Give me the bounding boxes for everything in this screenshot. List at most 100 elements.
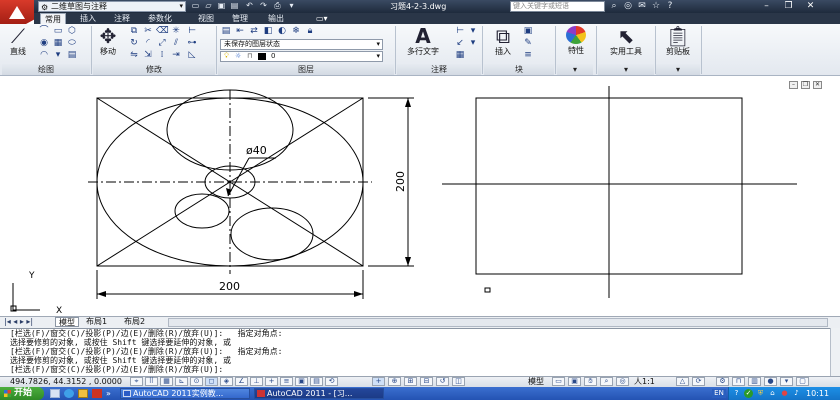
qat-dropdown-icon[interactable]: ▾ xyxy=(286,1,297,11)
tab-parametric[interactable]: 参数化 xyxy=(144,13,176,24)
object-snap-button[interactable]: ◻ xyxy=(205,377,218,386)
pan-button[interactable]: ✋︎ xyxy=(584,377,597,386)
selection-cycling-button[interactable]: ⟲ xyxy=(325,377,338,386)
layer-lock-icon[interactable]: 🔒︎ xyxy=(304,26,316,37)
search-icon[interactable]: ⌕ xyxy=(608,1,620,12)
annotation-visibility-button[interactable]: △ xyxy=(676,377,689,386)
block-panel-label[interactable]: 块 xyxy=(484,65,554,74)
help-tray-icon[interactable]: ? xyxy=(732,389,741,398)
quicklaunch-more-icon[interactable]: » xyxy=(106,389,116,398)
command-scrollbar[interactable] xyxy=(830,328,840,376)
draw-panel-label[interactable]: 绘图 xyxy=(2,65,90,74)
search-input[interactable]: 键入关键字或短语 xyxy=(510,1,605,12)
dynamic-ucs-button[interactable]: ⊥ xyxy=(250,377,263,386)
scale-icon[interactable]: ⤢ xyxy=(156,38,168,49)
isolate-objects-button[interactable]: ● xyxy=(764,377,777,386)
grid-display-button[interactable]: ▦ xyxy=(160,377,173,386)
object-snap-tracking-button[interactable]: ∠ xyxy=(235,377,248,386)
quick-properties-button[interactable]: ▤ xyxy=(310,377,323,386)
new-file-icon[interactable]: ▭ xyxy=(190,1,201,11)
dimension-icon[interactable]: ⊢ xyxy=(454,26,466,37)
viewport-restore-icon[interactable]: ❐ xyxy=(801,81,810,89)
polar-tracking-button[interactable]: ⊙ xyxy=(190,377,203,386)
redo-icon[interactable]: ↷ xyxy=(258,1,269,11)
break-icon[interactable]: ⊢ xyxy=(186,26,198,37)
fillet-icon[interactable]: ◜ xyxy=(142,38,154,49)
taskbar-item-autocad[interactable]: AutoCAD 2011 - [习... xyxy=(254,388,384,399)
stretch-icon[interactable]: ⇲ xyxy=(142,50,154,61)
clipboard-button[interactable]: 📋︎ 剪贴板 xyxy=(658,26,698,57)
3d-object-snap-button[interactable]: ◈ xyxy=(220,377,233,386)
ellipse-icon[interactable]: ⬭ xyxy=(66,38,78,49)
quicklaunch-icon[interactable] xyxy=(50,389,60,398)
leader-icon[interactable]: ↙ xyxy=(454,38,466,49)
leader-dropdown-icon[interactable]: ▾ xyxy=(467,38,479,49)
chevron-down-icon[interactable]: ▾ xyxy=(656,65,700,74)
explode-icon[interactable]: ✳ xyxy=(170,26,182,37)
tab-layout-2[interactable]: 布局2 xyxy=(124,317,145,327)
layer-match-icon[interactable]: ⇄ xyxy=(248,26,260,37)
chamfer-icon[interactable]: ◺ xyxy=(186,50,198,61)
security-alert-icon[interactable]: ● xyxy=(780,389,789,398)
zoom-button[interactable]: ⌕ xyxy=(600,377,613,386)
drawing-canvas[interactable]: ø40 200 200 Y X xyxy=(0,78,840,316)
join-icon[interactable]: ⊶ xyxy=(186,38,198,49)
tab-view[interactable]: 视图 xyxy=(194,13,218,24)
draw-more-icon[interactable]: ▾ xyxy=(52,50,64,61)
ortho-mode-button[interactable]: ⊾ xyxy=(175,377,188,386)
array-icon[interactable]: ⁞ xyxy=(156,50,168,61)
erase-icon[interactable]: ⌫ xyxy=(156,26,169,37)
chevron-down-icon[interactable]: ▾ xyxy=(598,65,654,74)
workspace-switching-button[interactable]: ⚙ xyxy=(716,377,729,386)
mtext-button[interactable]: A 多行文字 xyxy=(398,26,448,57)
mirror-icon[interactable]: ⇋ xyxy=(128,50,140,61)
application-status-button[interactable]: ▾ xyxy=(780,377,793,386)
volume-icon[interactable]: ♪ xyxy=(792,389,801,398)
offset-icon[interactable]: ⫽ xyxy=(170,38,182,49)
plot-icon[interactable]: ⎙ xyxy=(272,1,283,11)
tab-model[interactable]: 模型 xyxy=(55,317,79,327)
hatch-icon[interactable]: ▦ xyxy=(52,38,64,49)
hardware-acceleration-button[interactable]: ▥ xyxy=(748,377,761,386)
layer-properties-icon[interactable]: ▤ xyxy=(220,26,232,37)
annotation-scale[interactable]: 人1:1 xyxy=(634,377,655,386)
autocad-quicklaunch-icon[interactable] xyxy=(92,389,102,398)
taskbar-item-document[interactable]: AutoCAD 2011实例教... xyxy=(120,388,250,399)
infer-constraints-button[interactable]: ⌖ xyxy=(130,377,143,386)
layers-panel-label[interactable]: 图层 xyxy=(218,65,394,74)
dynamic-input-button[interactable]: + xyxy=(265,377,278,386)
layer-select[interactable]: 💡︎ ☼ ⊓ 0 ▾ xyxy=(220,51,383,62)
ribbon-toggle-icon[interactable]: ▭▾ xyxy=(312,13,332,24)
transparency-button[interactable]: ▣ xyxy=(295,377,308,386)
status-tool-button[interactable]: ⊟ xyxy=(420,377,433,386)
extend-icon[interactable]: ⇥ xyxy=(170,50,182,61)
layer-previous-icon[interactable]: ⇤ xyxy=(234,26,246,37)
start-button[interactable]: 开始 xyxy=(0,387,44,400)
coordinates-readout[interactable]: 494.7826, 44.3152 , 0.0000 xyxy=(10,377,122,387)
tab-annotate[interactable]: 注释 xyxy=(110,13,134,24)
help-icon[interactable]: ? xyxy=(664,1,676,12)
layer-isolate-icon[interactable]: ◧ xyxy=(262,26,274,37)
layer-state-select[interactable]: 未保存的图层状态 ▾ xyxy=(220,39,383,50)
rectangle-icon[interactable]: ▭ xyxy=(52,26,64,37)
annotation-panel-label[interactable]: 注释 xyxy=(397,65,481,74)
tab-manage[interactable]: 管理 xyxy=(228,13,252,24)
move-button[interactable]: ✥ 移动 xyxy=(94,26,122,57)
layer-off-icon[interactable]: ◐ xyxy=(276,26,288,37)
trim-icon[interactable]: ✂ xyxy=(142,26,154,37)
save-icon[interactable]: ▣ xyxy=(216,1,227,11)
explorer-icon[interactable] xyxy=(78,389,88,398)
auto-scale-button[interactable]: ⟳ xyxy=(692,377,705,386)
quick-view-layouts-button[interactable]: ▭ xyxy=(552,377,565,386)
restore-icon[interactable]: ❐ xyxy=(782,1,795,12)
status-tool-button[interactable]: ◫ xyxy=(452,377,465,386)
minimize-icon[interactable]: – xyxy=(760,1,773,12)
antivirus-icon[interactable]: ✓ xyxy=(744,389,753,398)
shield-icon[interactable]: ⛨ xyxy=(756,389,765,398)
properties-button[interactable]: 特性 xyxy=(558,26,594,56)
lock-ui-button[interactable]: ⊓ xyxy=(732,377,745,386)
favorites-icon[interactable]: ☆ xyxy=(650,1,662,12)
layout-nav-arrows[interactable]: |◂ ◂ ▸ ▸| xyxy=(4,317,44,327)
command-input-line[interactable]: [栏选(F)/窗交(C)/投影(P)/边(E)/删除(R)/放弃(U)]: xyxy=(10,365,830,374)
lineweight-button[interactable]: ≡ xyxy=(280,377,293,386)
